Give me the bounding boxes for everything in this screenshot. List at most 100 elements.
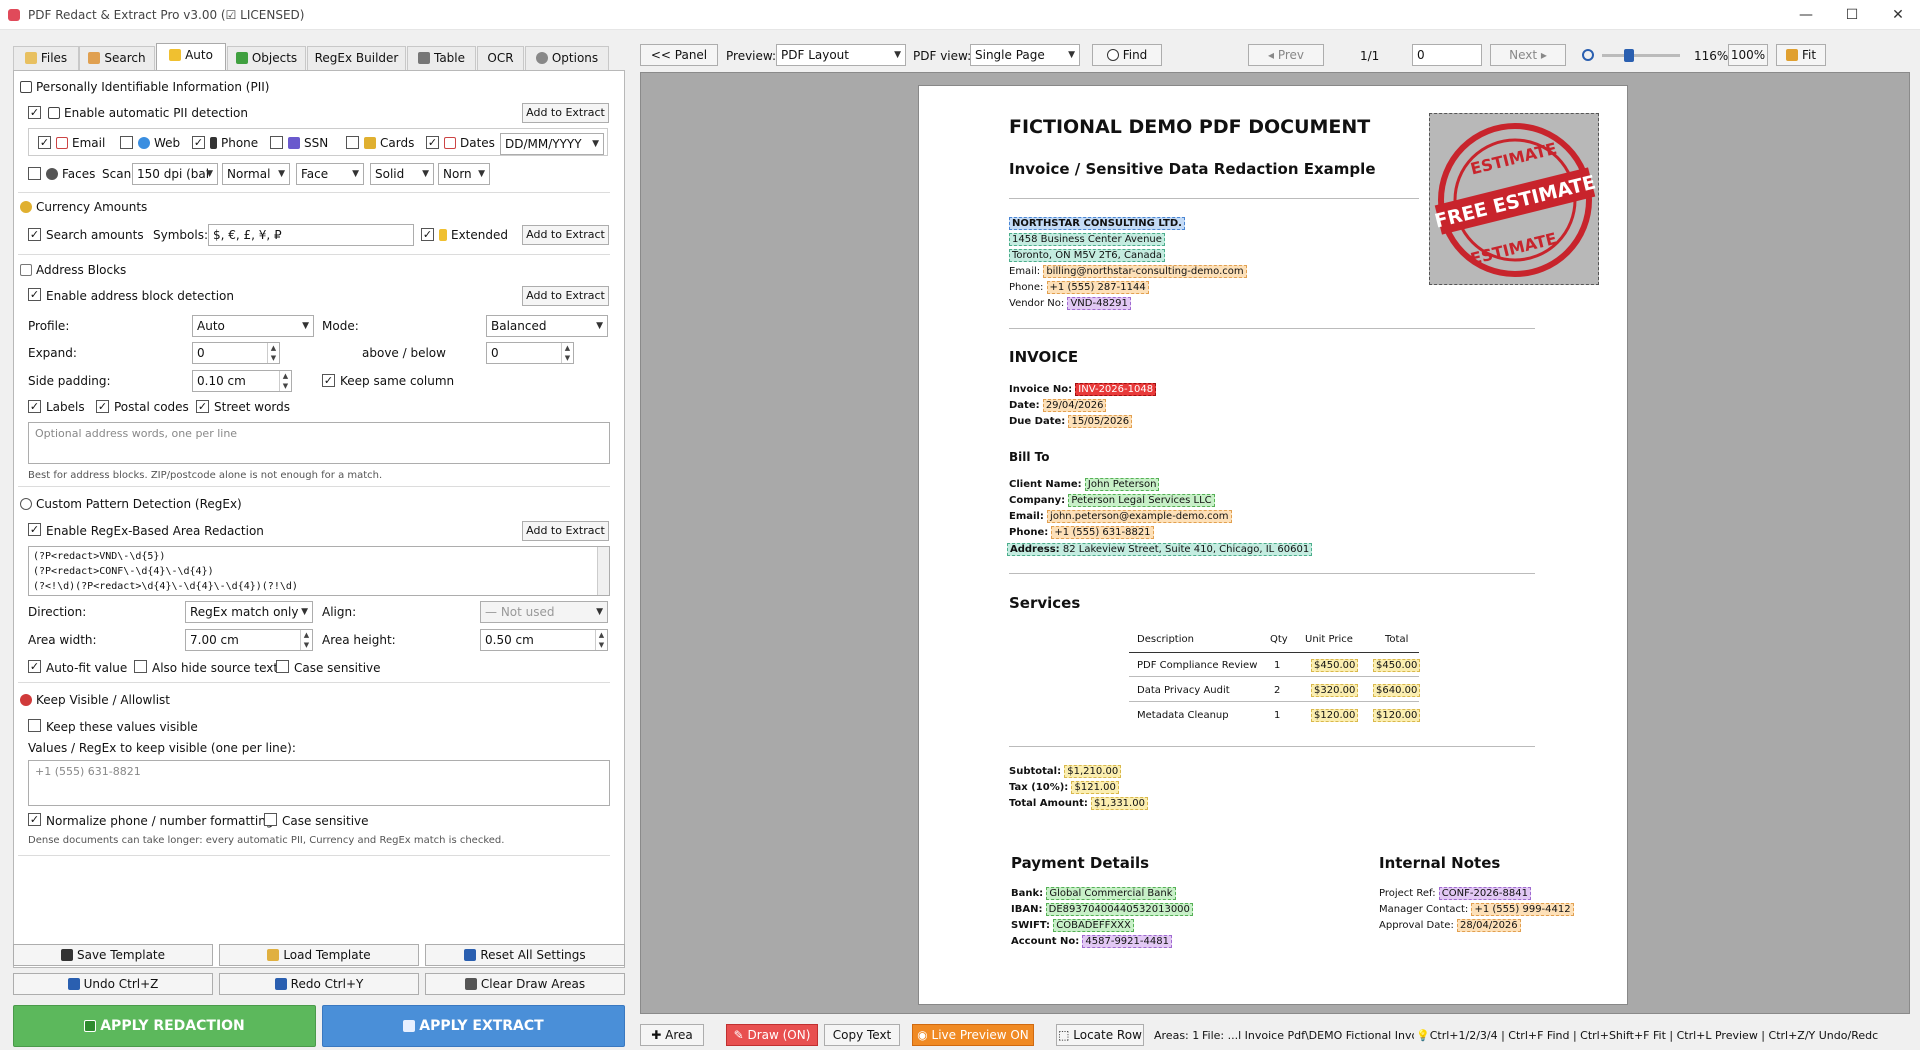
apply-redaction-button[interactable]: APPLY REDACTION [13,1005,316,1047]
subtotal[interactable]: Subtotal: $1,210.00 [1009,765,1122,778]
estimate-stamp-area[interactable]: ESTIMATE FREE ESTIMATE ESTIMATE [1429,113,1599,285]
email-checkbox[interactable]: ✓ [38,136,51,149]
postal-codes-checkbox[interactable]: ✓ [96,400,109,413]
tab-options[interactable]: Options [525,46,609,70]
keep-visible-checkbox[interactable] [28,719,41,732]
account-number[interactable]: Account No: 4587-9921-4481 [1011,935,1172,948]
project-ref[interactable]: Project Ref: CONF-2026-8841 [1379,887,1531,900]
profile-select[interactable]: Auto ▼ [192,315,314,337]
table-row-price[interactable]: $120.00 [1311,709,1359,722]
copy-text-button[interactable]: Copy Text [824,1024,900,1046]
tab-objects[interactable]: Objects [227,46,306,70]
locate-row-button[interactable]: ⬚ Locate Row [1056,1024,1144,1046]
tab-search[interactable]: Search [79,46,155,70]
tab-regex-builder[interactable]: RegEx Builder [307,46,406,70]
client-company[interactable]: Company: Peterson Legal Services LLC [1009,494,1215,507]
company-email[interactable]: Email: billing@northstar-consulting-demo… [1009,265,1247,278]
phone-checkbox[interactable]: ✓ [192,136,205,149]
zoom-slider[interactable] [1602,49,1680,62]
normalize-checkbox[interactable]: ✓ [28,813,41,826]
company-addr1[interactable]: 1458 Business Center Avenue [1009,233,1165,246]
invoice-number[interactable]: Invoice No: INV-2026-1048 [1009,383,1157,396]
regex-case-checkbox[interactable] [276,660,289,673]
area-mode-button[interactable]: ✚ Area [640,1024,704,1046]
table-row-total[interactable]: $640.00 [1373,684,1421,697]
extended-checkbox[interactable]: ✓ [421,228,434,241]
clear-draw-areas-button[interactable]: Clear Draw Areas [425,973,625,995]
tab-files[interactable]: Files [13,46,79,70]
auto-fit-checkbox[interactable]: ✓ [28,660,41,673]
live-preview-button[interactable]: ◉ Live Preview ON [912,1024,1034,1046]
vendor-number[interactable]: Vendor No: VND-48291 [1009,297,1131,310]
zoom-100-button[interactable]: 100% [1728,44,1768,66]
redo-button[interactable]: Redo Ctrl+Y [219,973,419,995]
area-width-input[interactable]: 7.00 cm ▲ ▼ [185,629,313,651]
zoom-slider-handle[interactable] [1624,49,1634,62]
manager-contact[interactable]: Manager Contact: +1 (555) 999-4412 [1379,903,1574,916]
symbols-input[interactable]: $, €, £, ¥, ₽ [208,224,414,246]
pdf-page[interactable]: FICTIONAL DEMO PDF DOCUMENT Invoice / Se… [918,85,1628,1005]
invoice-date[interactable]: Date: 29/04/2026 [1009,399,1107,412]
company-name[interactable]: NORTHSTAR CONSULTING LTD. [1009,217,1185,230]
apply-extract-button[interactable]: APPLY EXTRACT [322,1005,625,1047]
invoice-due-date[interactable]: Due Date: 15/05/2026 [1009,415,1133,428]
approval-date[interactable]: Approval Date: 28/04/2026 [1379,919,1521,932]
undo-button[interactable]: Undo Ctrl+Z [13,973,213,995]
next-page-button[interactable]: Next ▸ [1490,44,1566,66]
pii-enable-checkbox[interactable]: ✓ [28,106,41,119]
regex-add-to-extract-button[interactable]: Add to Extract [522,521,609,541]
dates-checkbox[interactable]: ✓ [426,136,439,149]
page-jump-input[interactable]: 0 [1412,44,1482,66]
save-template-button[interactable]: Save Template [13,944,213,966]
expand-input[interactable]: 0 ▲ ▼ [192,342,280,364]
minimize-button[interactable]: — [1796,6,1816,24]
table-row-price[interactable]: $450.00 [1311,659,1359,672]
table-row-total[interactable]: $450.00 [1373,659,1421,672]
align-select[interactable]: — Not used ▼ [480,601,608,623]
direction-select[interactable]: RegEx match only ▼ [185,601,313,623]
maximize-button[interactable]: ☐ [1842,6,1862,24]
client-email[interactable]: Email: john.peterson@example-demo.com [1009,510,1232,523]
table-row-total[interactable]: $120.00 [1373,709,1421,722]
client-name[interactable]: Client Name: John Peterson [1009,478,1160,491]
address-words-textarea[interactable]: Optional address words, one per line [28,422,610,464]
fit-button[interactable]: Fit [1776,44,1826,66]
allow-values-textarea[interactable]: +1 (555) 631-8821 [28,760,610,806]
street-words-checkbox[interactable]: ✓ [196,400,209,413]
currency-add-to-extract-button[interactable]: Add to Extract [522,225,609,245]
allow-case-checkbox[interactable] [264,813,277,826]
total-amount[interactable]: Total Amount: $1,331.00 [1009,797,1148,810]
face-extra-select[interactable]: Norn ▼ [438,163,490,185]
address-add-to-extract-button[interactable]: Add to Extract [522,286,609,306]
regex-enable-checkbox[interactable]: ✓ [28,523,41,536]
client-phone[interactable]: Phone: +1 (555) 631-8821 [1009,526,1154,539]
tax[interactable]: Tax (10%): $121.00 [1009,781,1119,794]
prev-page-button[interactable]: ◂ Prev [1248,44,1324,66]
above-below-input[interactable]: 0 ▲ ▼ [486,342,574,364]
table-row-price[interactable]: $320.00 [1311,684,1359,697]
load-template-button[interactable]: Load Template [219,944,419,966]
panel-toggle-button[interactable]: << Panel [640,44,718,66]
side-padding-input[interactable]: 0.10 cm ▲ ▼ [192,370,292,392]
labels-checkbox[interactable]: ✓ [28,400,41,413]
face-mode-select[interactable]: Normal ▼ [222,163,290,185]
reset-settings-button[interactable]: Reset All Settings [425,944,625,966]
regex-patterns-textarea[interactable]: (?P<redact>VND\-\d{5}) (?P<redact>CONF\-… [28,546,610,596]
bank-name[interactable]: Bank: Global Commercial Bank [1011,887,1176,900]
preview-mode-select[interactable]: PDF Layout ▼ [776,44,906,66]
client-address[interactable]: Address: 82 Lakeview Street, Suite 410, … [1007,543,1313,556]
swift[interactable]: SWIFT: COBADEFFXXX [1011,919,1134,932]
web-checkbox[interactable] [120,136,133,149]
company-addr2[interactable]: Toronto, ON M5V 2T6, Canada [1009,249,1166,262]
iban[interactable]: IBAN: DE89370400440532013000 [1011,903,1193,916]
cards-checkbox[interactable] [346,136,359,149]
tab-auto[interactable]: Auto [156,43,226,71]
scan-dpi-select[interactable]: 150 dpi (bal ▼ [132,163,218,185]
keep-same-column-checkbox[interactable]: ✓ [322,374,335,387]
pii-add-to-extract-button[interactable]: Add to Extract [522,103,609,123]
search-amounts-checkbox[interactable]: ✓ [28,228,41,241]
find-button[interactable]: Find [1092,44,1162,66]
regex-scrollbar[interactable] [597,547,609,595]
tab-ocr[interactable]: OCR [477,46,524,70]
company-phone[interactable]: Phone: +1 (555) 287-1144 [1009,281,1149,294]
